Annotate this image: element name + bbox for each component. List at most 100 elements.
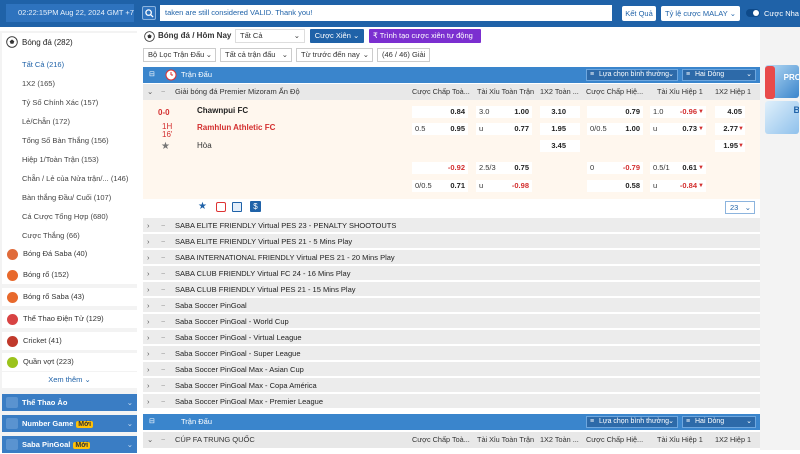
more-bets-select[interactable]: 23 ⌄ xyxy=(725,201,755,214)
odds-cell[interactable]: -0.92 xyxy=(412,162,468,174)
sidebar-subitem[interactable]: Tất Cả (216) xyxy=(22,58,64,72)
odds-cell[interactable]: 3.0 1.00 xyxy=(476,106,532,118)
remove-icon[interactable]: − xyxy=(161,282,165,297)
remove-icon[interactable]: − xyxy=(161,314,165,329)
remove-icon[interactable]: − xyxy=(161,298,165,313)
chevron-down-icon[interactable]: ⌄ xyxy=(147,432,153,448)
remove-icon[interactable]: − xyxy=(161,378,165,393)
sidebar-sport-saba-soccer[interactable]: Bóng Đá Saba (40) xyxy=(2,245,137,263)
chevron-down-icon[interactable]: ⌄ xyxy=(147,84,153,100)
remove-icon[interactable]: − xyxy=(161,250,165,265)
sidebar-sport-basketball[interactable]: Bóng rổ (152) xyxy=(2,266,137,284)
promo-banner[interactable]: B xyxy=(765,101,799,134)
live-tv-icon[interactable] xyxy=(216,202,226,212)
sidebar-soccer[interactable]: Bóng đá (282) xyxy=(22,35,73,51)
remove-icon[interactable]: − xyxy=(161,266,165,281)
more-bets-count: 23 xyxy=(730,203,739,212)
collapse-icon[interactable]: ⊟ xyxy=(149,67,155,83)
odds-cell[interactable]: 4.05 xyxy=(715,106,745,118)
sidebar-subitem[interactable]: 1X2 (165) xyxy=(22,77,55,91)
odds-cell[interactable]: 1.95 xyxy=(540,123,580,135)
market-select[interactable]: Tất Cả ⌄ xyxy=(235,29,305,43)
league-row[interactable]: › − Saba Soccer PinGoal Max - Premier Leag… xyxy=(143,394,760,409)
league-count-select[interactable]: (46 / 46) Giải xyxy=(377,48,430,62)
combo-bet-button[interactable]: Cược Xiên ⌄ xyxy=(310,29,364,43)
remove-icon[interactable]: − xyxy=(161,346,165,361)
favorite-star-icon[interactable]: ★ xyxy=(161,141,170,152)
league-row[interactable]: › − SABA INTERNATIONAL FRIENDLY Virtual PE… xyxy=(143,250,760,265)
odds-cell[interactable]: u -0.84 ▼ xyxy=(650,180,706,192)
odds-cell[interactable]: 0/0.5 1.00 xyxy=(587,123,643,135)
odds-cell[interactable]: 3.45 xyxy=(540,140,580,152)
odds-cell[interactable]: 3.10 xyxy=(540,106,580,118)
remove-icon[interactable]: − xyxy=(161,394,165,409)
view-select[interactable]: ≡ Hai Dòng ⌄ xyxy=(682,69,756,81)
odds-cell[interactable]: 2.77 ▼ xyxy=(715,123,745,135)
results-button[interactable]: Kết Quả xyxy=(622,6,656,21)
league-row[interactable]: › − Saba Soccer PinGoal xyxy=(143,298,760,313)
sidebar-subitem[interactable]: Cá Cược Tổng Hợp (680) xyxy=(22,210,108,224)
remove-icon[interactable]: − xyxy=(161,432,165,448)
collapse-icon[interactable]: ⊟ xyxy=(149,414,155,430)
auto-combo-label: Trình tạo cược xiên tự động xyxy=(379,31,473,40)
auto-combo-button[interactable]: ₹ Trình tạo cược xiên tự động xyxy=(369,29,481,43)
odds-cell[interactable]: 0 -0.79 xyxy=(587,162,643,174)
sidebar-subitem[interactable]: Chẵn / Lẻ của Nửa trận/... (146) xyxy=(22,172,128,186)
sidebar-subitem[interactable]: Tỷ Số Chính Xác (157) xyxy=(22,96,98,110)
sidebar-sport-esports[interactable]: Thể Thao Điện Tử (129) xyxy=(2,310,137,328)
sidebar-sport-cricket[interactable]: Cricket (41) xyxy=(2,332,137,350)
odds-type-select[interactable]: Tỷ lệ cược MALAY ⌄ xyxy=(661,6,740,21)
see-more-link[interactable]: Xem thêm ⌄ xyxy=(2,372,137,388)
sidebar-subitem[interactable]: Lẻ/Chẵn (172) xyxy=(22,115,70,129)
odds-cell[interactable]: u 0.73 ▼ xyxy=(650,123,706,135)
sidebar-subitem[interactable]: Cược Thắng (66) xyxy=(22,229,80,243)
stats-icon[interactable] xyxy=(232,202,242,212)
view-select[interactable]: ≡ Hai Dòng ⌄ xyxy=(682,416,756,428)
league-row[interactable]: › − Saba Soccer PinGoal Max - Copa América xyxy=(143,378,760,393)
odds-cell[interactable]: 1.0 -0.96 ▼ xyxy=(650,106,706,118)
match-filter-select[interactable]: Bộ Lọc Trận Đấu ⌄ xyxy=(143,48,216,62)
sort-select[interactable]: ≡ Lựa chọn bình thường ⌄ xyxy=(586,416,678,428)
sidebar-sport-saba-basketball[interactable]: Bóng rổ Saba (43) xyxy=(2,288,137,306)
league-row[interactable]: › − SABA CLUB FRIENDLY Virtual PES 21 - 15… xyxy=(143,282,760,297)
remove-icon[interactable]: − xyxy=(161,362,165,377)
category-virtual-sports[interactable]: Thể Thao Ảo ⌄ xyxy=(2,394,137,411)
category-saba-pingoal[interactable]: Saba PinGoal Mới ⌄ xyxy=(2,436,137,453)
odds-cell[interactable]: 0.5/1 0.61 ▼ xyxy=(650,162,706,174)
time-range-select[interactable]: Từ trước đến nay ⌄ xyxy=(296,48,373,62)
chevron-right-icon: › xyxy=(147,269,150,278)
odds-cell[interactable]: 0.84 xyxy=(412,106,468,118)
announcement-marquee[interactable]: taken are still considered VALID. Thank … xyxy=(160,5,612,21)
remove-icon[interactable]: − xyxy=(161,234,165,249)
search-button[interactable] xyxy=(142,6,156,20)
odds-cell[interactable]: 0.79 xyxy=(587,106,643,118)
favorite-star-icon[interactable]: ★ xyxy=(198,201,207,212)
sidebar-subitem[interactable]: Tổng Số Bàn Thắng (156) xyxy=(22,134,109,148)
odds-cell[interactable]: u 0.77 xyxy=(476,123,532,135)
odds-cell[interactable]: 2.5/3 0.75 xyxy=(476,162,532,174)
cash-out-icon[interactable]: $ xyxy=(250,201,261,212)
odds-cell[interactable]: 1.95 ▼ xyxy=(715,140,745,152)
odds-cell[interactable]: 0.5 0.95 xyxy=(412,123,468,135)
odds-cell[interactable]: u -0.98 xyxy=(476,180,532,192)
league-row[interactable]: › − SABA CLUB FRIENDLY Virtual FC 24 - 16 … xyxy=(143,266,760,281)
league-row[interactable]: › − Saba Soccer PinGoal - World Cup xyxy=(143,314,760,329)
all-matches-select[interactable]: Tất cả trận đấu ⌄ xyxy=(220,48,292,62)
sort-select[interactable]: ≡ Lựa chọn bình thường ⌄ xyxy=(586,69,678,81)
league-row[interactable]: › − SABA ELITE FRIENDLY Virtual PES 23 - P… xyxy=(143,218,760,233)
sidebar-sport-tennis[interactable]: Quần vợt (223) xyxy=(2,353,137,371)
league-row[interactable]: › − Saba Soccer PinGoal - Super League xyxy=(143,346,760,361)
league-row[interactable]: › − Saba Soccer PinGoal - Virtual League xyxy=(143,330,760,345)
odds-cell[interactable]: 0.58 xyxy=(587,180,643,192)
sidebar-subitem[interactable]: Bàn thắng Đầu/ Cuối (107) xyxy=(22,191,111,205)
remove-icon[interactable]: − xyxy=(161,84,165,100)
odds-cell[interactable]: 0/0.5 0.71 xyxy=(412,180,468,192)
remove-icon[interactable]: − xyxy=(161,330,165,345)
handicap-line: 3.0 xyxy=(479,107,490,116)
category-number-game[interactable]: Number Game Mới ⌄ xyxy=(2,415,137,432)
league-row[interactable]: › − SABA ELITE FRIENDLY Virtual PES 21 - 5… xyxy=(143,234,760,249)
remove-icon[interactable]: − xyxy=(161,218,165,233)
sidebar-subitem[interactable]: Hiệp 1/Toàn Trận (153) xyxy=(22,153,99,167)
league-row[interactable]: › − Saba Soccer PinGoal Max - Asian Cup xyxy=(143,362,760,377)
toggle-switch[interactable] xyxy=(746,9,760,17)
